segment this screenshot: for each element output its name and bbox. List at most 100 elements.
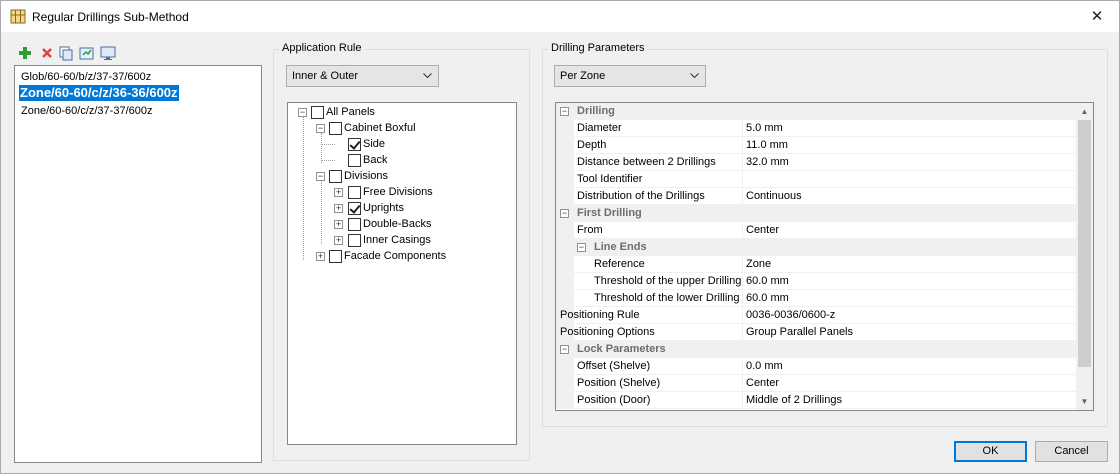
collapse-icon[interactable]: −: [316, 124, 325, 133]
row-margin: [556, 171, 574, 188]
property-grid[interactable]: − Drilling Diameter 5.0 mm Depth 11.0 mm Dista…: [555, 102, 1094, 411]
copy-icon[interactable]: [58, 45, 74, 61]
property-category-row[interactable]: − Line Ends: [556, 239, 1076, 256]
property-value[interactable]: Center: [746, 222, 779, 238]
property-row[interactable]: Reference Zone: [556, 256, 1076, 273]
drilling-parameters-combo[interactable]: Per Zone: [554, 65, 706, 87]
property-row[interactable]: Positioning Rule 0036-0036/0600-z: [556, 307, 1076, 324]
column-separator[interactable]: [742, 154, 743, 171]
property-value[interactable]: Group Parallel Panels: [746, 324, 853, 340]
cancel-button[interactable]: Cancel: [1035, 441, 1108, 462]
property-row[interactable]: Distribution of the Drillings Continuous: [556, 188, 1076, 205]
inner-casings-checkbox[interactable]: [348, 234, 361, 247]
column-separator[interactable]: [742, 324, 743, 341]
property-value[interactable]: 5.0 mm: [746, 120, 783, 136]
column-separator[interactable]: [742, 120, 743, 137]
facade-components-checkbox[interactable]: [329, 250, 342, 263]
expand-icon[interactable]: +: [334, 220, 343, 229]
property-row[interactable]: Offset (Shelve) 0.0 mm: [556, 358, 1076, 375]
delete-icon[interactable]: [39, 45, 55, 61]
property-value[interactable]: 11.0 mm: [746, 137, 788, 153]
display-icon[interactable]: [100, 45, 116, 61]
property-value[interactable]: Middle of 2 Drillings: [746, 392, 842, 408]
scroll-down-icon[interactable]: ▼: [1076, 393, 1093, 410]
cabinet-app-icon: [10, 9, 26, 24]
tree-node-label: Uprights: [363, 202, 404, 214]
uprights-checkbox[interactable]: [348, 202, 361, 215]
property-row[interactable]: Depth 11.0 mm: [556, 137, 1076, 154]
property-row[interactable]: Position (Shelve) Center: [556, 375, 1076, 392]
collapse-icon[interactable]: −: [577, 243, 586, 252]
column-separator[interactable]: [742, 188, 743, 205]
property-value[interactable]: Center: [746, 375, 779, 391]
scroll-thumb[interactable]: [1078, 120, 1091, 367]
divisions-checkbox[interactable]: [329, 170, 342, 183]
property-value[interactable]: 32.0 mm: [746, 154, 789, 170]
property-row[interactable]: Positioning Options Group Parallel Panels: [556, 324, 1076, 341]
property-category-row[interactable]: − First Drilling: [556, 205, 1076, 222]
column-separator[interactable]: [742, 358, 743, 375]
method-list[interactable]: Glob/60-60/b/z/37-37/600z Zone/60-60/c/z…: [14, 65, 262, 463]
application-rule-label: Application Rule: [279, 42, 365, 54]
property-category-row[interactable]: − Drilling: [556, 103, 1076, 120]
list-item[interactable]: Glob/60-60/b/z/37-37/600z: [20, 69, 152, 85]
column-separator[interactable]: [742, 375, 743, 392]
panel-tree[interactable]: − All Panels − Cabinet Boxful Side Back …: [287, 102, 517, 445]
tree-node-label: Divisions: [344, 170, 389, 182]
column-separator[interactable]: [742, 290, 743, 307]
edit-icon[interactable]: [79, 45, 95, 61]
property-name: Position (Door): [577, 394, 651, 406]
scroll-up-icon[interactable]: ▲: [1076, 103, 1093, 120]
collapse-icon[interactable]: −: [560, 345, 569, 354]
application-rule-combo[interactable]: Inner & Outer: [286, 65, 439, 87]
property-category-row[interactable]: − Lock Parameters: [556, 341, 1076, 358]
property-row[interactable]: Diameter 5.0 mm: [556, 120, 1076, 137]
property-name: Lock Parameters: [577, 343, 666, 355]
property-name: Threshold of the lower Drilling: [594, 292, 740, 304]
property-value[interactable]: 0036-0036/0600-z: [746, 307, 835, 323]
property-value[interactable]: 0.0 mm: [746, 358, 783, 374]
list-item[interactable]: Zone/60-60/c/z/37-37/600z: [20, 103, 153, 119]
list-item-selected[interactable]: Zone/60-60/c/z/36-36/600z: [19, 85, 179, 101]
add-icon[interactable]: [17, 45, 33, 61]
column-separator[interactable]: [742, 392, 743, 409]
row-margin: [556, 273, 574, 290]
property-name: Position (Shelve): [577, 377, 661, 389]
property-row[interactable]: From Center: [556, 222, 1076, 239]
collapse-icon[interactable]: −: [560, 209, 569, 218]
side-checkbox[interactable]: [348, 138, 361, 151]
all-panels-checkbox[interactable]: [311, 106, 324, 119]
property-value[interactable]: 60.0 mm: [746, 290, 789, 306]
collapse-icon[interactable]: −: [316, 172, 325, 181]
column-separator[interactable]: [742, 222, 743, 239]
tree-line: [321, 133, 322, 163]
property-grid-scrollbar[interactable]: ▲ ▼: [1076, 103, 1093, 410]
expand-icon[interactable]: +: [334, 188, 343, 197]
collapse-icon[interactable]: −: [298, 108, 307, 117]
column-separator[interactable]: [742, 307, 743, 324]
property-row[interactable]: Threshold of the upper Drilling 60.0 mm: [556, 273, 1076, 290]
column-separator[interactable]: [742, 137, 743, 154]
property-row[interactable]: Position (Door) Middle of 2 Drillings: [556, 392, 1076, 409]
column-separator[interactable]: [742, 273, 743, 290]
property-value[interactable]: Zone: [746, 256, 771, 272]
property-value[interactable]: 60.0 mm: [746, 273, 789, 289]
double-backs-checkbox[interactable]: [348, 218, 361, 231]
property-row[interactable]: Threshold of the lower Drilling 60.0 mm: [556, 290, 1076, 307]
collapse-icon[interactable]: −: [560, 107, 569, 116]
column-separator[interactable]: [742, 171, 743, 188]
column-separator[interactable]: [742, 256, 743, 273]
back-checkbox[interactable]: [348, 154, 361, 167]
ok-button[interactable]: OK: [954, 441, 1027, 462]
property-row[interactable]: Distance between 2 Drillings 32.0 mm: [556, 154, 1076, 171]
close-button[interactable]: ✕: [1075, 1, 1119, 32]
property-name: Positioning Rule: [560, 309, 640, 321]
expand-icon[interactable]: +: [316, 252, 325, 261]
expand-icon[interactable]: +: [334, 236, 343, 245]
cabinet-boxful-checkbox[interactable]: [329, 122, 342, 135]
row-margin: [556, 290, 574, 307]
expand-icon[interactable]: +: [334, 204, 343, 213]
property-value[interactable]: Continuous: [746, 188, 802, 204]
property-row[interactable]: Tool Identifier: [556, 171, 1076, 188]
free-divisions-checkbox[interactable]: [348, 186, 361, 199]
